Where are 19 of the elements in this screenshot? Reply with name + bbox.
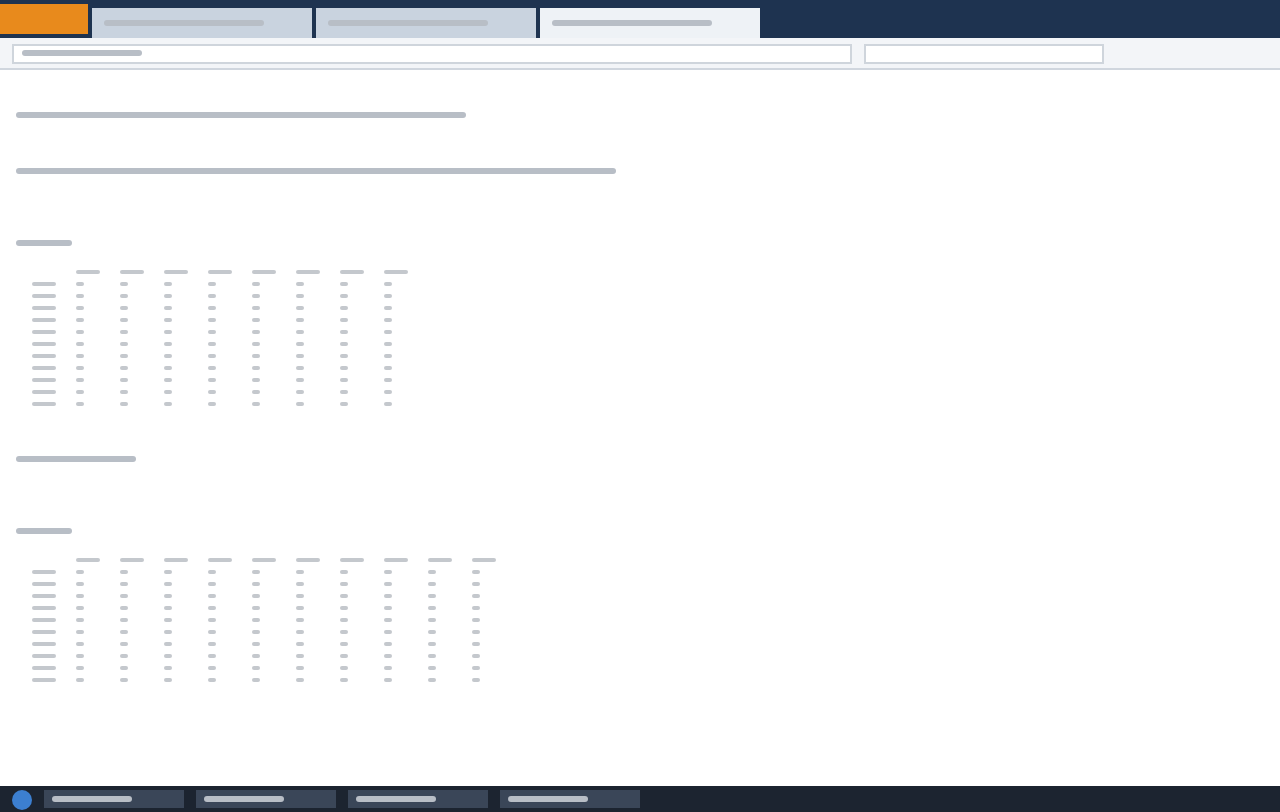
blurred-heading bbox=[16, 240, 72, 246]
blurred-taskbar-label bbox=[356, 796, 436, 802]
browser-tab[interactable] bbox=[540, 8, 760, 38]
taskbar-button[interactable] bbox=[44, 790, 184, 808]
browser-menu-button[interactable] bbox=[0, 4, 88, 34]
blurred-text bbox=[16, 456, 136, 462]
taskbar-button[interactable] bbox=[196, 790, 336, 808]
blurred-taskbar-label bbox=[52, 796, 132, 802]
blurred-url bbox=[22, 50, 142, 56]
search-field[interactable] bbox=[864, 43, 1104, 63]
taskbar-button[interactable] bbox=[500, 790, 640, 808]
address-bar[interactable] bbox=[12, 43, 852, 63]
browser-tab[interactable] bbox=[92, 8, 312, 38]
blurred-taskbar-label bbox=[508, 796, 588, 802]
blurred-heading bbox=[16, 528, 72, 534]
taskbar-button[interactable] bbox=[348, 790, 488, 808]
blurred-taskbar-label bbox=[204, 796, 284, 802]
browser-tab[interactable] bbox=[316, 8, 536, 38]
start-button[interactable] bbox=[12, 789, 32, 809]
